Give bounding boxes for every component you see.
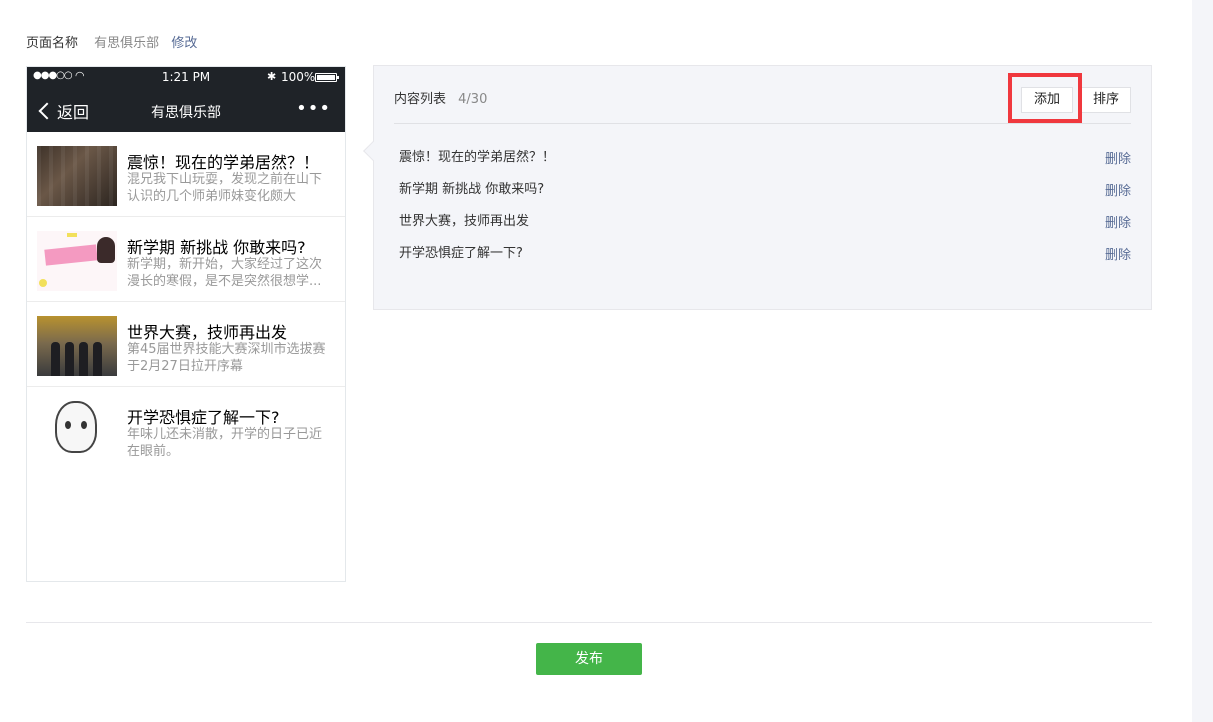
bluetooth-icon: ✱ [267, 70, 277, 83]
article-title: 新学期 新挑战 你敢来吗? [127, 238, 306, 257]
more-icon[interactable]: ••• [296, 98, 331, 119]
article-item[interactable]: 开学恐惧症了解一下? 年味儿还未消散，开学的日子已近在眼前。 [27, 387, 345, 472]
delete-link[interactable]: 删除 [1105, 180, 1131, 199]
article-description: 第45届世界技能大赛深圳市选拔赛于2月27日拉开序幕 [127, 342, 326, 374]
list-item: 开学恐惧症了解一下? 删除 [399, 242, 1131, 263]
article-item[interactable]: 世界大赛，技师再出发 第45届世界技能大赛深圳市选拔赛于2月27日拉开序幕 [27, 302, 345, 387]
article-description: 新学期，新开始，大家经过了这次漫长的寒假，是不是突然很想学... [127, 257, 323, 289]
content-list-label: 内容列表 [394, 92, 447, 107]
list-item: 世界大赛，技师再出发 删除 [399, 210, 1131, 231]
page-name-row: 页面名称 有思俱乐部 修改 [26, 35, 197, 53]
article-item[interactable]: 震惊！现在的学弟居然？！ 混兄我下山玩耍，发现之前在山下认识的几个师弟师妹变化颇… [27, 132, 345, 217]
content-list-panel: 内容列表 4/30 添加 排序 震惊！现在的学弟居然？！ 删除 新学期 新挑战 … [363, 65, 1152, 310]
list-item-title: 世界大赛，技师再出发 [399, 214, 530, 229]
list-item-title: 新学期 新挑战 你敢来吗? [399, 182, 545, 197]
page-name-value: 有思俱乐部 [94, 36, 160, 51]
article-title: 世界大赛，技师再出发 [127, 323, 288, 342]
list-item: 新学期 新挑战 你敢来吗? 删除 [399, 178, 1131, 199]
page-name-label: 页面名称 [26, 36, 79, 51]
article-item[interactable]: 新学期 新挑战 你敢来吗? 新学期，新开始，大家经过了这次漫长的寒假，是不是突然… [27, 217, 345, 302]
scrollbar-track[interactable] [1192, 0, 1213, 722]
article-thumbnail [37, 316, 117, 376]
battery-percent: 100% [281, 70, 316, 84]
article-description: 年味儿还未消散，开学的日子已近在眼前。 [127, 427, 323, 459]
divider [394, 123, 1131, 124]
article-description: 混兄我下山玩耍，发现之前在山下认识的几个师弟师妹变化颇大 [127, 172, 323, 204]
content-count: 4/30 [458, 92, 488, 107]
panel-pointer [363, 141, 383, 161]
article-thumbnail [37, 146, 117, 206]
publish-button[interactable]: 发布 [536, 643, 642, 675]
phone-status-bar: ●●●○○ ◠ 1:21 PM ✱ 100% [27, 67, 345, 88]
page: 页面名称 有思俱乐部 修改 ●●●○○ ◠ 1:21 PM ✱ 100% 返回 … [0, 0, 1213, 722]
delete-link[interactable]: 删除 [1105, 212, 1131, 231]
footer-divider [26, 622, 1152, 623]
article-title: 震惊！现在的学弟居然？！ [127, 153, 320, 172]
phone-nav-bar: 返回 有思俱乐部 ••• [27, 88, 345, 132]
list-item: 震惊！现在的学弟居然？！ 删除 [399, 146, 1131, 167]
battery-icon [315, 73, 339, 82]
content-list-header: 内容列表 4/30 [394, 88, 487, 107]
add-button[interactable]: 添加 [1021, 87, 1073, 113]
sort-button[interactable]: 排序 [1081, 87, 1131, 113]
article-thumbnail [37, 401, 117, 461]
list-item-title: 震惊！现在的学弟居然？！ [399, 150, 556, 165]
edit-page-name-link[interactable]: 修改 [171, 36, 197, 51]
phone-preview: ●●●○○ ◠ 1:21 PM ✱ 100% 返回 有思俱乐部 ••• 震惊！现… [26, 66, 346, 582]
list-item-title: 开学恐惧症了解一下? [399, 246, 523, 261]
article-title: 开学恐惧症了解一下? [127, 408, 280, 427]
article-thumbnail [37, 231, 117, 291]
delete-link[interactable]: 删除 [1105, 244, 1131, 263]
delete-link[interactable]: 删除 [1105, 148, 1131, 167]
